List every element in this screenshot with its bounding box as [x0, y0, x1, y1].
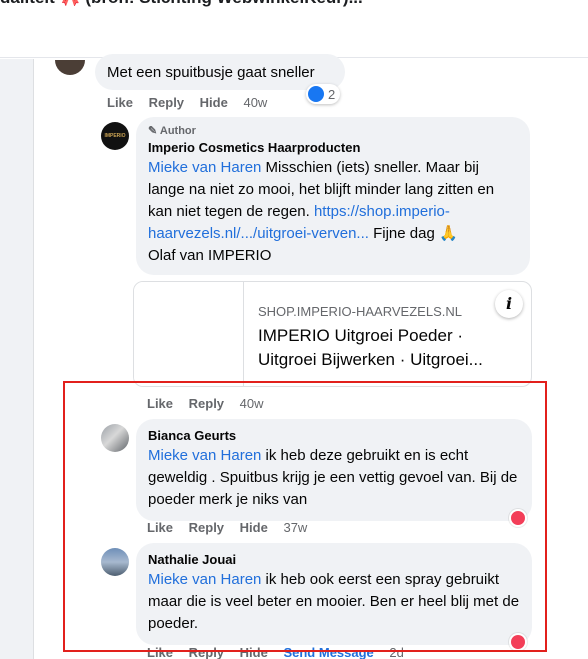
commenter-name[interactable]: Imperio Cosmetics Haarproducten [148, 139, 518, 157]
reaction-count: 2 [328, 86, 336, 102]
reaction-summary[interactable]: 2 [306, 84, 341, 104]
mention-link[interactable]: Mieke van Haren [148, 571, 261, 588]
info-icon[interactable]: i [495, 290, 523, 318]
heart-reaction-icon[interactable] [509, 633, 527, 651]
like-button[interactable]: Like [147, 520, 173, 535]
mention-link[interactable]: Mieke van Haren [148, 159, 261, 176]
mention-link[interactable]: Mieke van Haren [148, 447, 261, 464]
like-reaction-icon [308, 86, 324, 102]
like-button[interactable]: Like [147, 396, 173, 411]
comment-actions: Like Reply Hide 37w [147, 520, 319, 535]
commenter-name[interactable]: Nathalie Jouai [148, 551, 520, 569]
timestamp[interactable]: 40w [243, 95, 267, 110]
reply-button[interactable]: Reply [189, 396, 224, 411]
reply-button[interactable]: Reply [149, 95, 184, 110]
like-button[interactable]: Like [147, 645, 173, 659]
reply-button[interactable]: Reply [189, 520, 224, 535]
post-header: daliteit 🎀 (bron: Stichting WebwinkelKeu… [0, 0, 588, 58]
author-badge-label: Author [159, 125, 196, 137]
timestamp[interactable]: 37w [283, 520, 307, 535]
link-preview-card[interactable]: SHOP.IMPERIO-HAARVEZELS.NL IMPERIO Uitgr… [133, 281, 532, 387]
comment-actions: Like Reply Hide Send Message 2d [147, 645, 416, 659]
link-title[interactable]: IMPERIO Uitgroei Poeder · Uitgroei Bijwe… [258, 324, 520, 372]
avatar[interactable] [101, 424, 129, 452]
comment-bubble: Bianca Geurts Mieke van Haren ik heb dez… [136, 419, 532, 521]
send-message-button[interactable]: Send Message [283, 645, 373, 659]
reply-button[interactable]: Reply [189, 645, 224, 659]
link-thumbnail [134, 282, 244, 386]
like-button[interactable]: Like [107, 95, 133, 110]
hide-button[interactable]: Hide [240, 520, 268, 535]
author-avatar[interactable]: IMPERIO [101, 122, 129, 150]
comment-actions: Like Reply Hide 40w [107, 95, 279, 110]
comment-bubble: Met een spuitbusje gaat sneller [95, 54, 345, 90]
comment-text: Met een spuitbusje gaat sneller [107, 64, 315, 81]
comment-text-2: Fijne dag 🙏 [368, 225, 458, 242]
commenter-name[interactable]: Bianca Geurts [148, 427, 520, 445]
post-title-text: daliteit 🎀 (bron: Stichting WebwinkelKeu… [0, 0, 363, 8]
author-avatar-text: IMPERIO [104, 133, 126, 139]
avatar[interactable] [101, 548, 129, 576]
author-badge: ✎ Author [148, 123, 518, 139]
comment-bubble: Nathalie Jouai Mieke van Haren ik heb oo… [136, 543, 532, 645]
hide-button[interactable]: Hide [200, 95, 228, 110]
link-domain: SHOP.IMPERIO-HAARVEZELS.NL [258, 304, 462, 319]
timestamp[interactable]: 40w [240, 396, 264, 411]
pencil-icon: ✎ [148, 125, 160, 137]
timestamp[interactable]: 2d [389, 645, 403, 659]
comment-actions: Like Reply 40w [147, 396, 276, 411]
heart-reaction-icon[interactable] [509, 509, 527, 527]
signature-text: Olaf van IMPERIO [148, 247, 272, 264]
hide-button[interactable]: Hide [240, 645, 268, 659]
author-comment-bubble: ✎ Author Imperio Cosmetics Haarproducten… [136, 117, 530, 275]
